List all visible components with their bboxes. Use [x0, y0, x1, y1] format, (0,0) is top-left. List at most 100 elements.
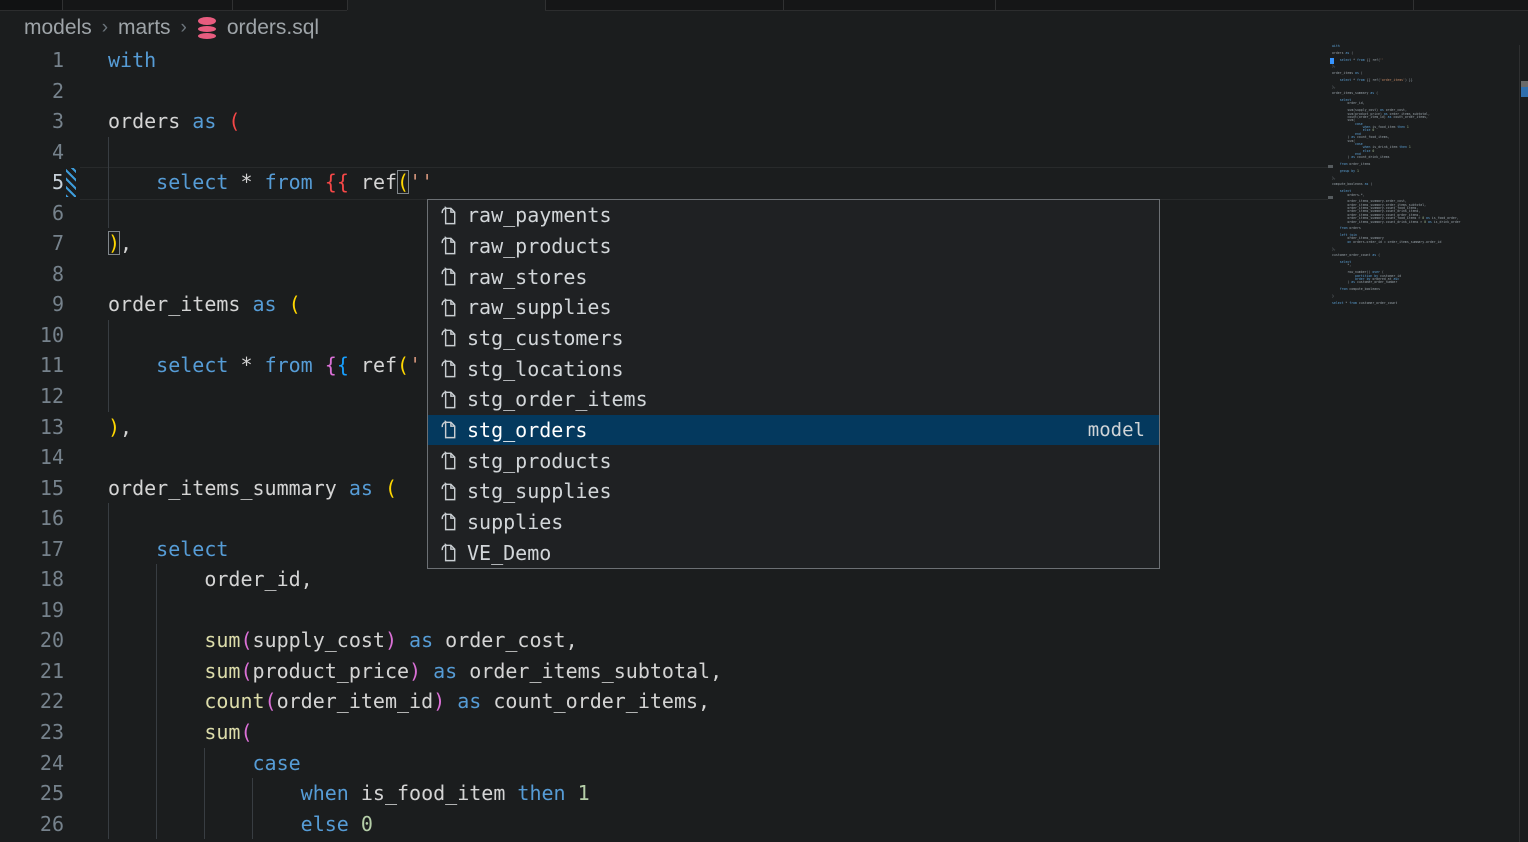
snippet-icon	[438, 480, 459, 503]
line-number: 19	[0, 595, 64, 626]
snippet-icon	[438, 234, 459, 257]
snippet-icon	[438, 296, 459, 319]
line-number: 16	[0, 503, 64, 534]
tab-separator	[1413, 0, 1414, 10]
tab-separator	[783, 0, 784, 10]
vscode-editor-window: models › marts › orders.sql 123456789101…	[0, 0, 1528, 842]
minimap-modified-marker	[1330, 58, 1334, 64]
line-number: 3	[0, 106, 64, 137]
line-number: 23	[0, 717, 64, 748]
suggestion-item-stg_order_items[interactable]: stg_order_items	[428, 384, 1159, 415]
suggestion-label: stg_products	[467, 449, 612, 473]
suggestion-item-stg_products[interactable]: stg_products	[428, 445, 1159, 476]
autocomplete-dropdown: raw_payments raw_products raw_stores raw…	[427, 199, 1160, 569]
snippet-icon	[438, 388, 459, 411]
suggestion-item-stg_orders[interactable]: stg_orders model	[428, 415, 1159, 446]
suggestion-item-raw_supplies[interactable]: raw_supplies	[428, 292, 1159, 323]
indent-guide	[108, 320, 109, 412]
line-number-gutter: 1234567891011121314151617181920212223242…	[0, 45, 64, 839]
suggestion-item-raw_stores[interactable]: raw_stores	[428, 261, 1159, 292]
code-line: sum(supply_cost) as order_cost,	[108, 625, 722, 656]
suggestion-item-raw_payments[interactable]: raw_payments	[428, 200, 1159, 231]
minimap-marker	[1328, 196, 1333, 199]
line-number: 13	[0, 412, 64, 443]
breadcrumb: models › marts › orders.sql	[24, 13, 319, 43]
line-number: 9	[0, 289, 64, 320]
snippet-icon	[438, 510, 459, 533]
line-number: 7	[0, 228, 64, 259]
breadcrumb-item-models[interactable]: models	[24, 16, 92, 40]
snippet-icon	[438, 204, 459, 227]
suggestion-label: VE_Demo	[467, 541, 551, 565]
indent-guide	[108, 503, 109, 839]
snippet-icon	[438, 357, 459, 380]
line-number: 24	[0, 748, 64, 779]
line-number: 12	[0, 381, 64, 412]
code-line	[108, 595, 722, 626]
suggestion-label: stg_supplies	[467, 479, 612, 503]
suggestion-item-stg_supplies[interactable]: stg_supplies	[428, 476, 1159, 507]
overview-ruler-cursor-mark[interactable]	[1521, 87, 1528, 97]
snippet-icon	[438, 265, 459, 288]
chevron-right-icon: ›	[102, 17, 108, 39]
line-number: 6	[0, 198, 64, 229]
indent-guide	[108, 137, 109, 229]
code-line: sum(	[108, 717, 722, 748]
line-number: 20	[0, 625, 64, 656]
tab-separator	[62, 0, 63, 10]
line-number: 10	[0, 320, 64, 351]
suggestion-type-badge: model	[1088, 419, 1159, 441]
active-tab[interactable]	[347, 0, 545, 11]
chevron-right-icon: ›	[181, 17, 187, 39]
tab-separator	[545, 0, 546, 10]
code-line	[108, 76, 722, 107]
code-line: sum(product_price) as order_items_subtot…	[108, 656, 722, 687]
minimap[interactable]: with orders as ( select * from {{ ref(''…	[1332, 45, 1508, 305]
code-line: orders as (	[108, 106, 722, 137]
modified-line-gutter-indicator	[66, 168, 76, 197]
line-number: 21	[0, 656, 64, 687]
line-number: 5	[0, 167, 64, 198]
suggestion-item-stg_locations[interactable]: stg_locations	[428, 353, 1159, 384]
minimap-marker	[1328, 165, 1333, 168]
suggestion-item-stg_customers[interactable]: stg_customers	[428, 323, 1159, 354]
suggestion-label: raw_stores	[467, 265, 587, 289]
overview-ruler-border	[1519, 45, 1520, 842]
snippet-icon	[438, 449, 459, 472]
tab-strip-border	[545, 10, 1528, 11]
code-line: else 0	[108, 809, 722, 840]
line-number: 1	[0, 45, 64, 76]
line-number: 25	[0, 778, 64, 809]
breadcrumb-item-marts[interactable]: marts	[118, 16, 171, 40]
code-line: count(order_item_id) as count_order_item…	[108, 686, 722, 717]
indent-guide	[204, 748, 205, 840]
indent-guide	[252, 778, 253, 839]
code-line: case	[108, 748, 722, 779]
suggestion-item-raw_products[interactable]: raw_products	[428, 231, 1159, 262]
suggestion-label: raw_products	[467, 234, 612, 258]
suggestion-label: raw_supplies	[467, 295, 612, 319]
line-number: 26	[0, 809, 64, 840]
code-line: order_id,	[108, 564, 722, 595]
line-number: 14	[0, 442, 64, 473]
suggestion-label: stg_order_items	[467, 387, 648, 411]
suggestion-label: stg_locations	[467, 357, 624, 381]
line-number: 22	[0, 686, 64, 717]
snippet-icon	[438, 541, 459, 564]
breadcrumb-item-file[interactable]: orders.sql	[227, 16, 319, 40]
suggestion-label: stg_orders	[467, 418, 587, 442]
line-number: 4	[0, 137, 64, 168]
line-number: 8	[0, 259, 64, 290]
suggestion-label: supplies	[467, 510, 563, 534]
suggestion-item-VE_Demo[interactable]: VE_Demo	[428, 537, 1159, 568]
line-number: 15	[0, 473, 64, 504]
tab-separator	[347, 0, 348, 10]
code-line: select * from {{ ref(''	[108, 167, 722, 198]
code-line	[108, 137, 722, 168]
line-number: 18	[0, 564, 64, 595]
snippet-icon	[438, 326, 459, 349]
suggestion-item-supplies[interactable]: supplies	[428, 507, 1159, 538]
suggestion-label: stg_customers	[467, 326, 624, 350]
code-line: with	[108, 45, 722, 76]
tab-strip[interactable]	[0, 0, 1528, 11]
